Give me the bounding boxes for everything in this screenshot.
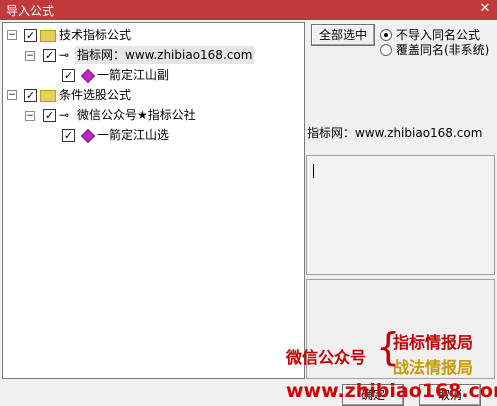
item-checkbox[interactable]: ✓ (62, 129, 75, 142)
watermark-line1: 指标情报局 (393, 333, 474, 352)
source-checkbox[interactable]: ✓ (43, 109, 56, 122)
source-label: 微信公众号★指标公社 (77, 108, 196, 122)
overwrite-radio[interactable] (380, 44, 392, 56)
folder-icon (40, 30, 56, 42)
key-icon: ⊸ (59, 48, 70, 62)
item-checkbox[interactable]: ✓ (62, 69, 75, 82)
description-area[interactable] (306, 155, 495, 275)
window-title: 导入公式 (6, 4, 55, 18)
collapse-toggle[interactable]: − (25, 51, 35, 61)
formula-icon (80, 68, 96, 84)
no-import-radio[interactable] (380, 29, 392, 41)
close-icon[interactable]: ✕ (477, 1, 493, 17)
source-info-text: 指标网：www.zhibiao168.com (307, 126, 483, 140)
watermark-wechat: 微信公众号 (286, 348, 367, 367)
watermark-line2: 战法情报局 (393, 358, 474, 377)
source-label: 指标网：www.zhibiao168.com (75, 46, 255, 64)
select-all-button[interactable]: 全部选中 (311, 24, 375, 46)
group-label: 技术指标公式 (59, 28, 132, 42)
collapse-toggle[interactable]: − (7, 30, 17, 40)
collapse-toggle[interactable]: − (25, 111, 35, 121)
collapse-toggle[interactable]: − (7, 90, 17, 100)
text-cursor (313, 164, 314, 178)
item-label: 一箭定江山选 (97, 128, 170, 142)
formula-tree[interactable]: − ✓ 技术指标公式 − ✓ ⊸ 指标网：www.zhibiao168.com … (2, 22, 305, 379)
title-bar: 导入公式 ✕ (0, 0, 497, 20)
folder-icon (40, 90, 56, 102)
group-checkbox[interactable]: ✓ (24, 89, 37, 102)
formula-icon (80, 128, 96, 144)
group-label: 条件选股公式 (59, 88, 132, 102)
tree-source-zhibiao[interactable]: − ✓ ⊸ 指标网：www.zhibiao168.com (3, 46, 303, 64)
source-checkbox[interactable]: ✓ (43, 49, 56, 62)
group-checkbox[interactable]: ✓ (24, 29, 37, 42)
item-label: 一箭定江山副 (97, 68, 170, 82)
overwrite-label: 覆盖同名(非系统) (396, 43, 490, 57)
watermark-url: www.zhibiao168.com (286, 380, 497, 402)
key-icon: ⊸ (59, 108, 70, 122)
